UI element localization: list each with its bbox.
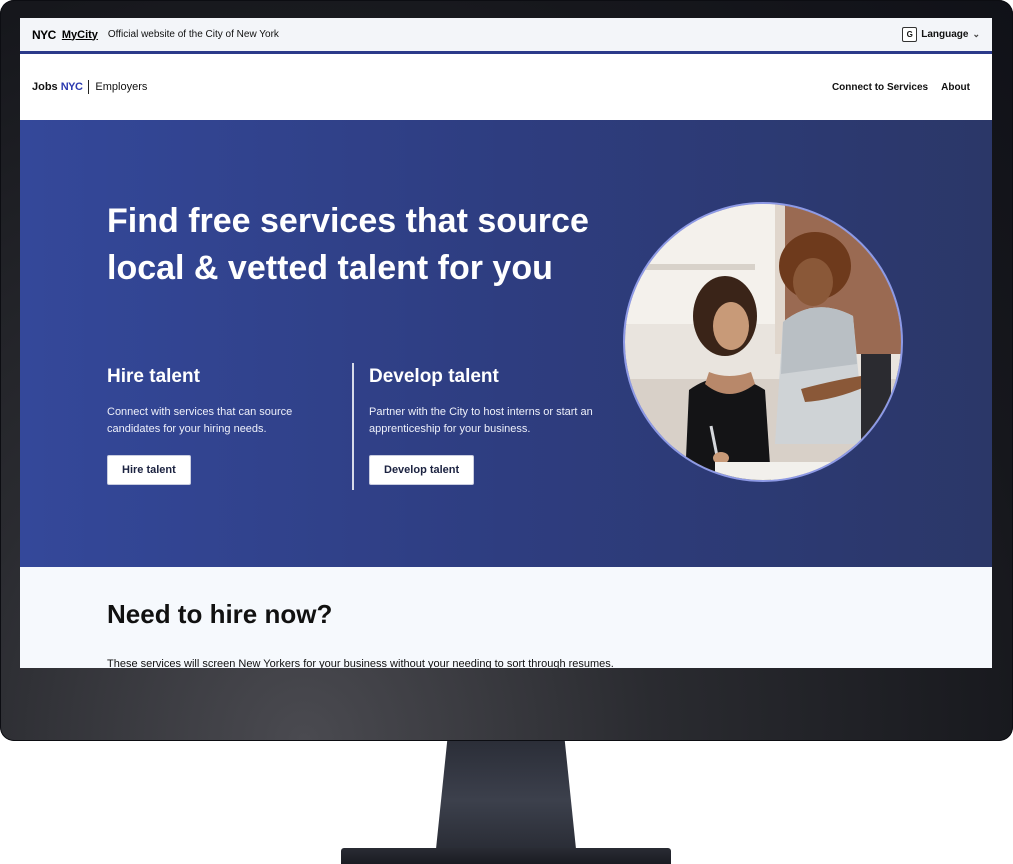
hire-talent-text: Connect with services that can source ca… [107, 406, 293, 435]
develop-talent-heading: Develop talent [369, 366, 499, 387]
hire-now-text: These services will screen New Yorkers f… [107, 658, 614, 668]
language-selector[interactable]: G Language ⌄ [902, 27, 980, 42]
brand-divider [88, 80, 90, 94]
column-divider [352, 363, 354, 490]
nyc-logo[interactable]: NYC [32, 28, 56, 42]
language-label: Language [921, 29, 969, 40]
hire-now-section: Need to hire now? These services will sc… [20, 567, 992, 668]
brand-section: Employers [95, 81, 148, 93]
brand-nyc: NYC [60, 81, 83, 93]
mycity-link[interactable]: MyCity [62, 29, 98, 41]
hero-photo-illustration [625, 204, 901, 480]
monitor-stand-base [341, 848, 671, 864]
official-website-text: Official website of the City of New York [107, 29, 279, 40]
hire-talent-column: Hire talent Connect with services that c… [107, 366, 337, 485]
hero-title: Find free services that source local & v… [107, 202, 589, 287]
brand-logo[interactable]: Jobs NYC Employers [32, 80, 147, 94]
develop-talent-column: Develop talent Partner with the City to … [369, 366, 609, 485]
hire-talent-heading: Hire talent [107, 366, 200, 387]
nav-link-connect-to-services[interactable]: Connect to Services [832, 82, 928, 93]
develop-talent-button[interactable]: Develop talent [369, 455, 475, 485]
hire-talent-button[interactable]: Hire talent [107, 455, 191, 485]
hire-now-title: Need to hire now? [107, 599, 333, 629]
nav-links: Connect to Services About [832, 82, 970, 93]
screen: NYC MyCity Official website of the City … [20, 18, 992, 668]
monitor-frame: NYC MyCity Official website of the City … [0, 0, 1013, 741]
main-nav: Jobs NYC Employers Connect to Services A… [20, 54, 992, 120]
develop-talent-text: Partner with the City to host interns or… [369, 406, 593, 435]
hero-photo [623, 202, 903, 482]
hero-section: Find free services that source local & v… [20, 120, 992, 567]
nav-link-about[interactable]: About [941, 82, 970, 93]
chevron-down-icon: ⌄ [972, 29, 980, 39]
monitor-stand-neck [436, 741, 576, 849]
official-bar: NYC MyCity Official website of the City … [20, 18, 992, 54]
brand-jobs: Jobs [32, 81, 58, 93]
translate-icon: G [902, 27, 918, 42]
